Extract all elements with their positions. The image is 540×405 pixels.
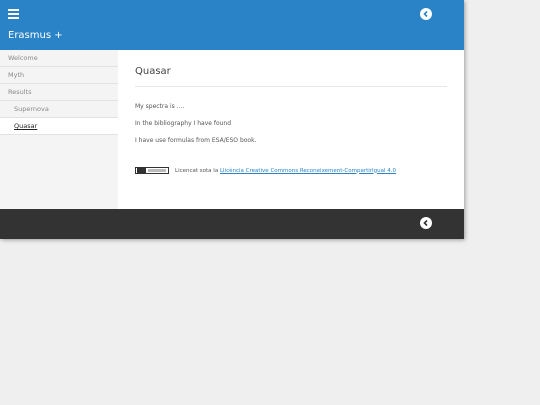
- paragraph: I have use formulas from ESA/ESO book.: [135, 137, 257, 144]
- hamburger-menu-icon[interactable]: [8, 9, 20, 19]
- app-frame: Erasmus + Welcome Myth Results Supernova…: [0, 0, 464, 239]
- paragraph: My spectra is ....: [135, 103, 185, 110]
- sidebar-item-supernova[interactable]: Supernova: [0, 101, 118, 118]
- license-link[interactable]: Llicència Creative Commons Reconeixement…: [220, 168, 396, 174]
- site-title[interactable]: Erasmus +: [8, 30, 63, 41]
- sidebar-item-results[interactable]: Results: [0, 84, 118, 101]
- sidebar-item-welcome[interactable]: Welcome: [0, 50, 118, 67]
- license-notice: Licencat sota la Llicència Creative Comm…: [135, 167, 447, 174]
- sidebar: Welcome Myth Results Supernova Quasar: [0, 50, 118, 209]
- back-icon[interactable]: [420, 217, 432, 229]
- paragraph: In the bibliography I have found: [135, 120, 232, 127]
- back-icon[interactable]: [420, 8, 432, 20]
- footer: [0, 209, 464, 239]
- cc-license-badge-icon[interactable]: [135, 167, 169, 174]
- main-content: Quasar My spectra is .... In the bibliog…: [118, 50, 464, 209]
- header: Erasmus +: [0, 0, 464, 50]
- sidebar-item-quasar[interactable]: Quasar: [0, 118, 118, 135]
- license-prefix: Licencat sota la: [175, 167, 219, 174]
- title-divider: [135, 86, 447, 87]
- page-title: Quasar: [135, 66, 171, 77]
- sidebar-item-myth[interactable]: Myth: [0, 67, 118, 84]
